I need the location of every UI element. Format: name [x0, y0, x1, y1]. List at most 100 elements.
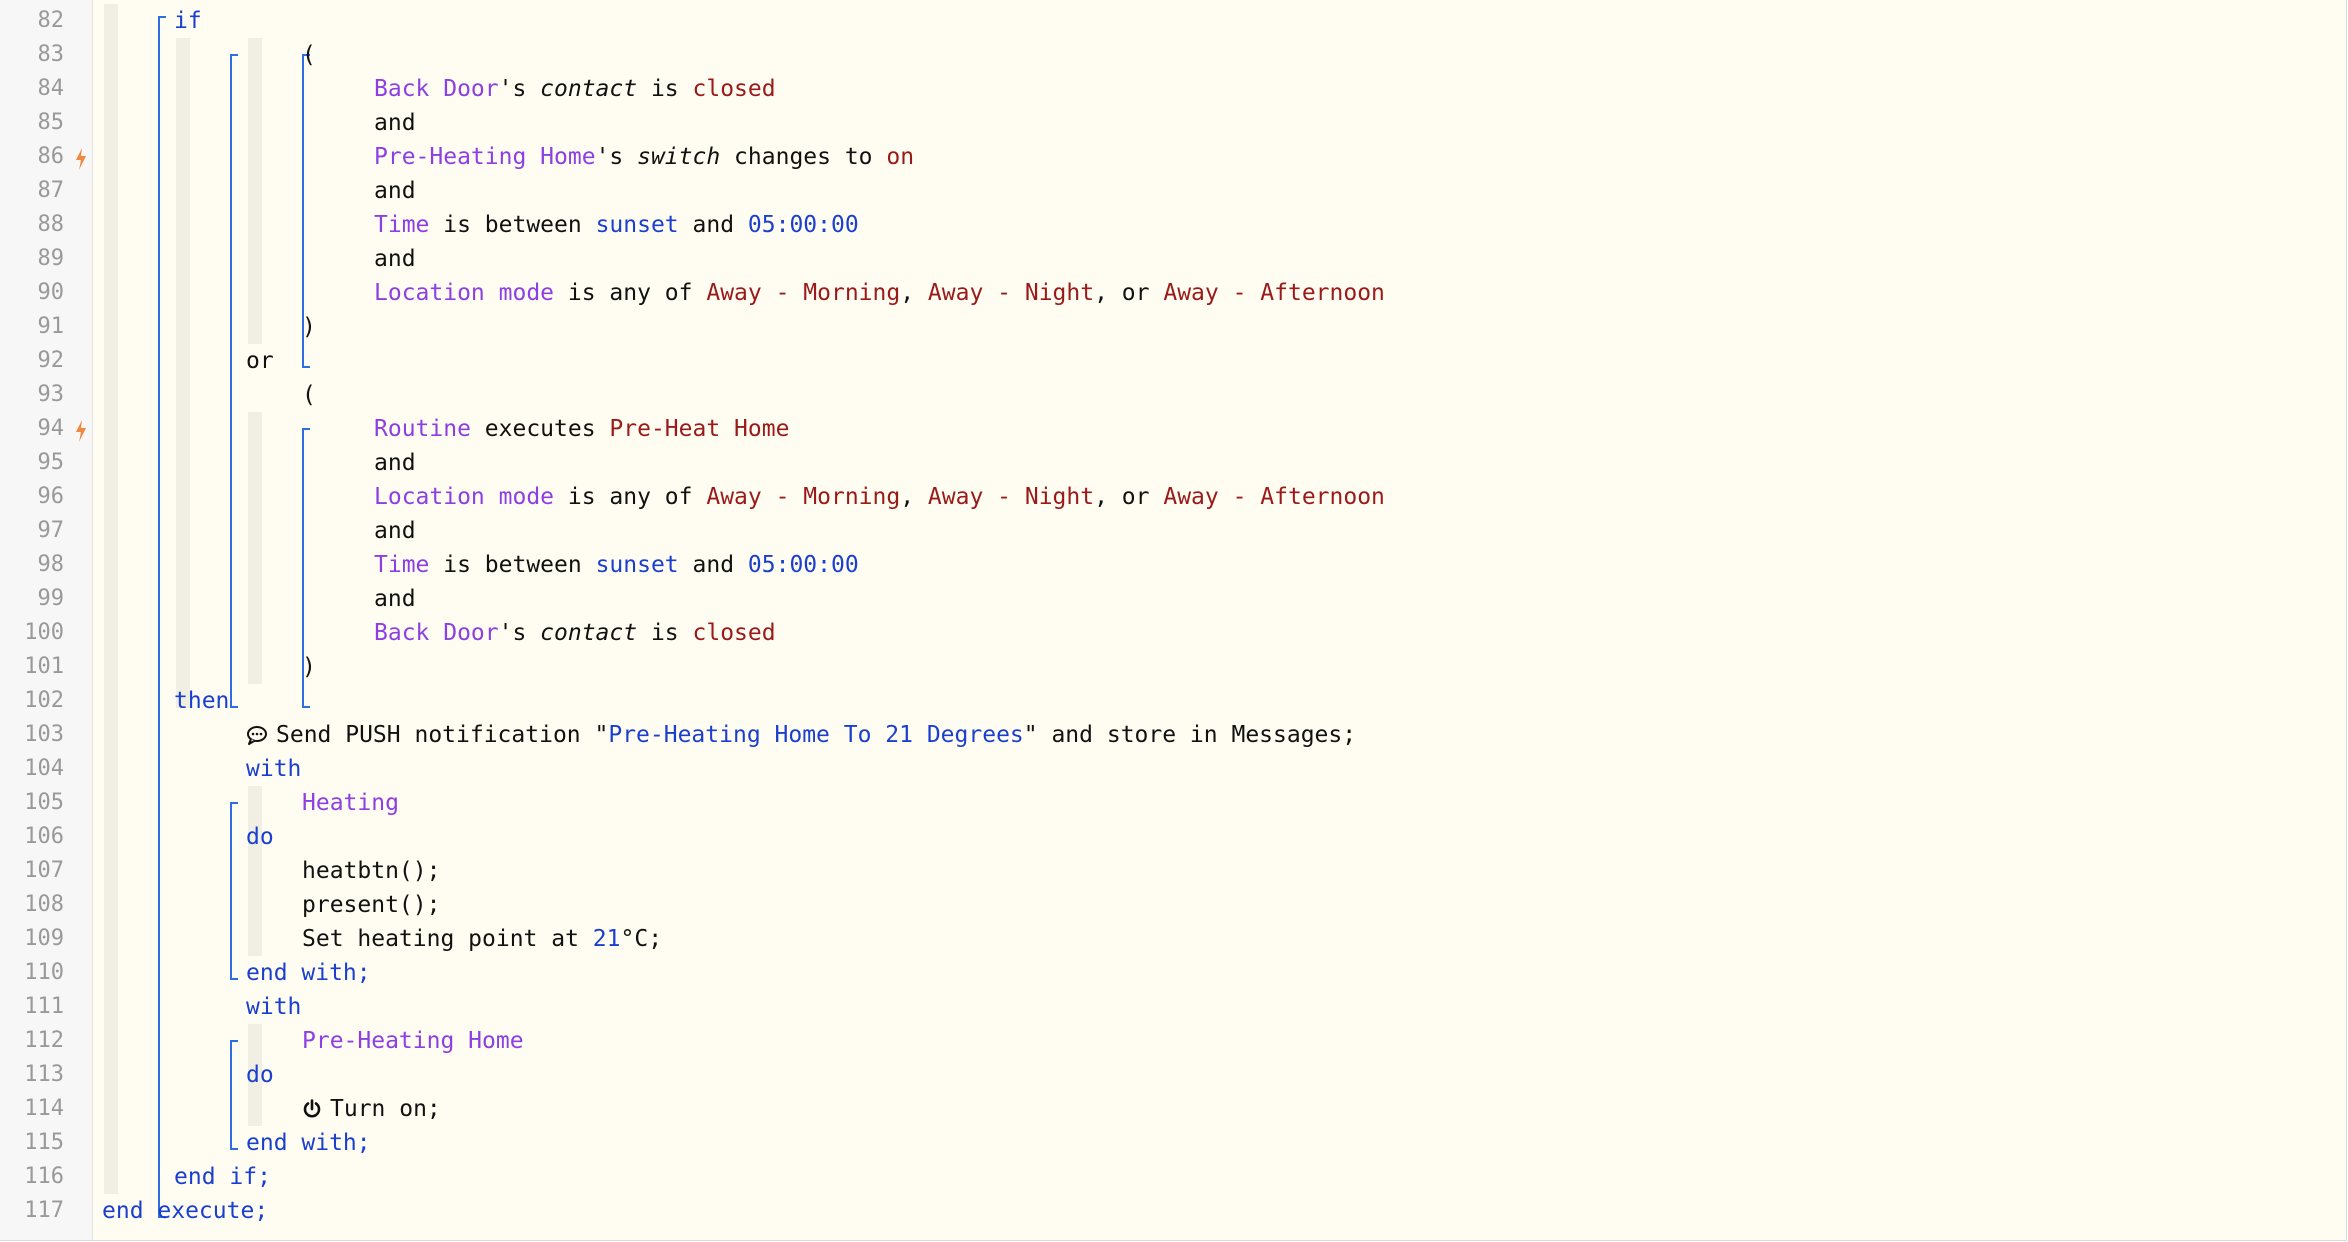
code-line: heatbtn();	[302, 854, 440, 888]
line-number: 117	[24, 1198, 64, 1223]
code-token: and	[374, 586, 416, 612]
code-token: contact	[540, 620, 638, 646]
code-token: 's	[498, 76, 541, 102]
code-line: Location mode is any of Away - Morning , …	[374, 276, 1385, 310]
line-number: 112	[24, 1028, 64, 1053]
code-line: Back Door's contact is closed	[374, 72, 776, 106]
code-token: °C;	[620, 926, 663, 952]
code-line: end with;	[246, 956, 371, 990]
code-line: do	[246, 820, 274, 854]
code-token: contact	[540, 76, 638, 102]
piston-code-viewer: 82 83 84 85 86 87 88 89 90 91 92 93 94 95 96 97 98 99 100 1…	[0, 0, 2347, 1241]
code-token: Back Door	[374, 76, 499, 102]
indent-shade	[248, 412, 262, 684]
code-line: Pre-Heating Home's switch changes to on	[374, 140, 914, 174]
code-token: and	[374, 110, 416, 136]
block-bracket	[158, 16, 160, 1218]
code-token: Heating	[302, 790, 399, 816]
code-token: sunset	[595, 212, 679, 238]
line-number: 102	[24, 688, 64, 713]
code-line: do	[246, 1058, 274, 1092]
line-number: 107	[24, 858, 64, 883]
code-token: Turn on;	[330, 1096, 441, 1122]
code-token: on	[886, 144, 915, 170]
trigger-bolt-icon	[74, 412, 88, 446]
line-number: 86	[37, 144, 65, 169]
code-token: , or	[1094, 484, 1164, 510]
code-token: changes to	[720, 144, 887, 170]
code-line: Routine executes Pre-Heat Home	[374, 412, 789, 446]
code-line: Pre-Heating Home	[302, 1024, 524, 1058]
code-token: Location mode	[374, 280, 555, 306]
code-line: end execute;	[102, 1194, 268, 1228]
line-number: 106	[24, 824, 64, 849]
code-token: " and store in Messages;	[1023, 722, 1357, 748]
line-number: 84	[37, 76, 65, 101]
block-bracket-cap	[158, 16, 166, 18]
code-token: and	[374, 178, 416, 204]
code-token: 's	[595, 144, 638, 170]
code-token: 21	[592, 926, 621, 952]
code-token: sunset	[595, 552, 679, 578]
code-token: with	[246, 756, 302, 782]
code-line: Set heating point at 21°C;	[302, 922, 662, 956]
code-token: is between	[429, 212, 596, 238]
code-line: and	[374, 174, 416, 208]
code-token: Time	[374, 552, 430, 578]
code-line: end with;	[246, 1126, 371, 1160]
indent-shade	[248, 38, 262, 344]
code-token: )	[302, 654, 316, 680]
code-line: and	[374, 582, 416, 616]
block-bracket	[230, 802, 232, 980]
code-token: is between	[429, 552, 596, 578]
code-line: Time is between sunset and 05:00:00	[374, 548, 859, 582]
line-number: 94	[37, 416, 65, 441]
code-token: and	[374, 450, 416, 476]
line-number: 91	[37, 314, 65, 339]
line-number: 104	[24, 756, 64, 781]
code-token: 's	[498, 620, 541, 646]
code-line: Time is between sunset and 05:00:00	[374, 208, 859, 242]
line-number: 85	[37, 110, 65, 135]
code-token: ,	[900, 280, 928, 306]
line-number: 103	[24, 722, 64, 747]
code-token: Back Door	[374, 620, 499, 646]
line-number: 110	[24, 960, 64, 985]
line-number: 82	[37, 8, 65, 33]
code-line: if	[174, 4, 202, 38]
code-token: end with;	[246, 1130, 371, 1156]
block-bracket-cap	[230, 706, 238, 708]
code-token: (	[302, 382, 316, 408]
code-token: and	[678, 552, 748, 578]
line-number: 96	[37, 484, 65, 509]
line-number: 105	[24, 790, 64, 815]
code-line: (	[302, 378, 316, 412]
code-token: then	[174, 688, 230, 714]
code-line: and	[374, 106, 416, 140]
code-line: Turn on;	[302, 1092, 441, 1126]
code-token: executes	[470, 416, 610, 442]
code-token: end execute;	[102, 1198, 269, 1224]
line-number-gutter: 82 83 84 85 86 87 88 89 90 91 92 93 94 95 96 97 98 99 100 1…	[0, 0, 93, 1240]
code-token: is	[637, 620, 693, 646]
line-number: 99	[37, 586, 65, 611]
code-line: present();	[302, 888, 440, 922]
block-bracket-cap	[230, 802, 238, 804]
code-token: )	[302, 314, 316, 340]
code-token: and	[374, 518, 416, 544]
line-number: 111	[24, 994, 64, 1019]
code-line: and	[374, 514, 416, 548]
block-bracket	[230, 1040, 232, 1150]
code-token: if	[174, 8, 202, 34]
trigger-bolt-icon	[74, 140, 88, 174]
code-token: and	[678, 212, 748, 238]
code-line: with	[246, 752, 301, 786]
block-bracket-cap	[230, 1148, 238, 1150]
code-line: (	[302, 38, 316, 72]
line-number: 114	[24, 1096, 64, 1121]
block-bracket-cap	[302, 428, 310, 430]
indent-shade	[176, 38, 190, 708]
code-token: Away - Afternoon	[1163, 484, 1385, 510]
line-number: 109	[24, 926, 64, 951]
code-token: heatbtn();	[302, 858, 441, 884]
